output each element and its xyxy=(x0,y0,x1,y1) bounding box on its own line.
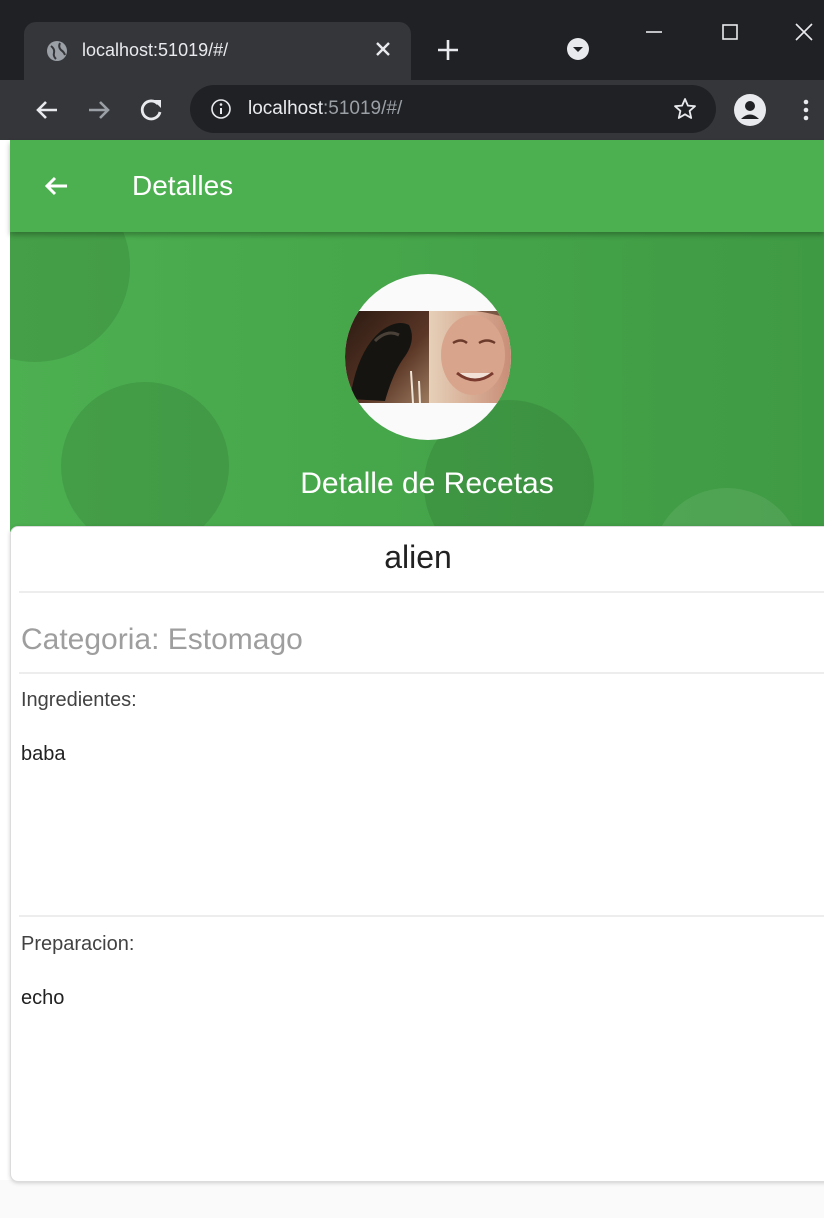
chevron-down-circle-icon[interactable] xyxy=(566,37,590,61)
recipe-category: Categoria: Estomago xyxy=(21,623,303,656)
divider xyxy=(19,591,824,593)
decor-circle xyxy=(10,232,130,362)
divider xyxy=(19,915,824,917)
page-title: Detalles xyxy=(132,170,234,201)
browser-tab-strip: localhost:51019/#/ xyxy=(0,0,824,80)
info-icon[interactable] xyxy=(210,98,232,120)
app-bar: Detalles xyxy=(10,140,824,232)
close-icon[interactable] xyxy=(370,36,396,62)
browser-tab[interactable]: localhost:51019/#/ xyxy=(24,22,411,80)
header-title: Detalle de Recetas xyxy=(300,467,554,500)
tab-title: localhost:51019/#/ xyxy=(82,40,229,60)
close-icon[interactable] xyxy=(786,14,822,50)
browser-toolbar: localhost:51019/#/ xyxy=(0,80,824,140)
ingredients-value: baba xyxy=(21,743,66,765)
recipe-card: alien Categoria: Estomago Ingredientes: … xyxy=(10,526,824,1182)
star-icon[interactable] xyxy=(672,96,698,122)
globe-icon xyxy=(47,41,67,61)
arrow-left-icon[interactable] xyxy=(32,95,62,125)
arrow-right-icon[interactable] xyxy=(84,95,114,125)
address-url: localhost:51019/#/ xyxy=(248,97,402,121)
ingredients-label: Ingredientes: xyxy=(21,689,137,711)
divider xyxy=(19,672,824,674)
page-background xyxy=(0,1180,824,1218)
recipe-avatar xyxy=(345,274,511,440)
maximize-icon[interactable] xyxy=(712,14,748,50)
recipe-photo xyxy=(345,311,511,403)
plus-icon[interactable] xyxy=(434,36,462,64)
reload-icon[interactable] xyxy=(136,95,166,125)
arrow-left-icon[interactable] xyxy=(40,170,72,202)
preparation-label: Preparacion: xyxy=(21,933,135,955)
minimize-icon[interactable] xyxy=(636,14,672,50)
address-bar[interactable]: localhost:51019/#/ xyxy=(190,85,716,133)
person-icon xyxy=(741,101,759,119)
decor-circle xyxy=(61,382,229,532)
header-banner: Detalle de Recetas xyxy=(10,232,824,532)
address-host: localhost xyxy=(248,98,323,119)
app-window: localhost:51019/#/ localhost:51019/#/ De… xyxy=(0,0,824,1218)
preparation-value: echo xyxy=(21,987,65,1009)
recipe-name: alien xyxy=(384,539,452,575)
kebab-icon[interactable] xyxy=(796,94,816,126)
profile-button[interactable] xyxy=(734,94,766,126)
address-path: :51019/#/ xyxy=(323,98,403,119)
